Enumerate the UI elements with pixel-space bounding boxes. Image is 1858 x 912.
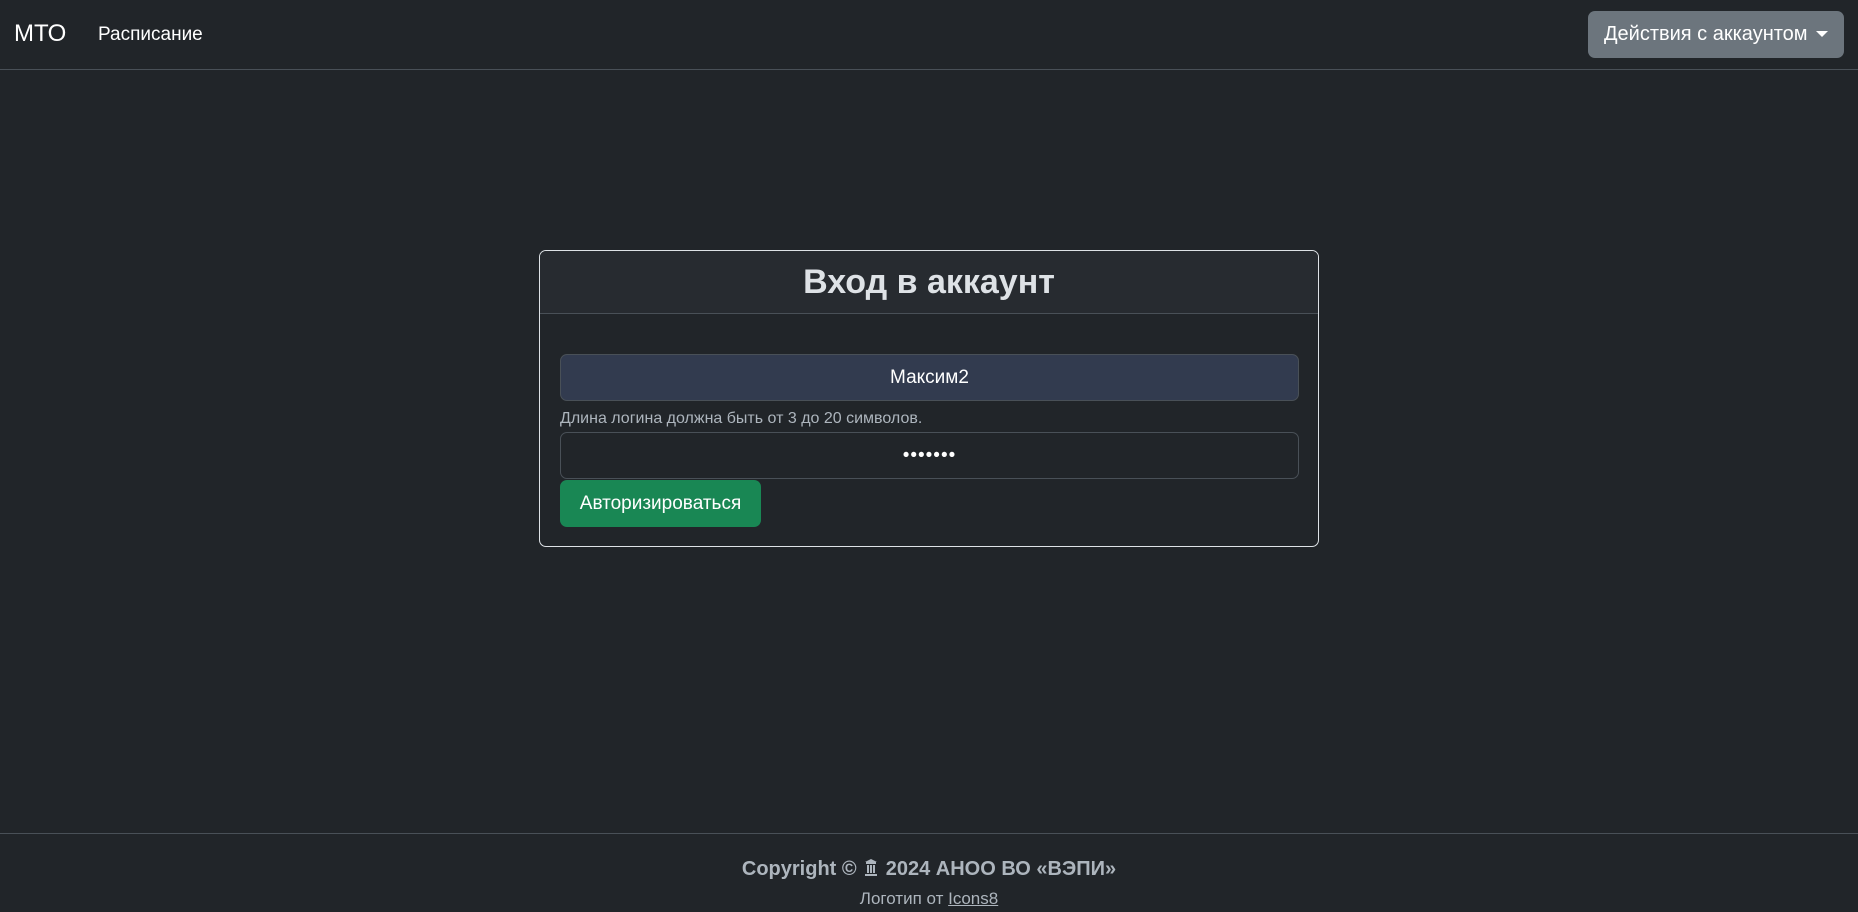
credit-prefix: Логотип от: [859, 889, 944, 908]
copyright-prefix: Copyright ©: [741, 858, 857, 880]
caret-down-icon: [1816, 31, 1828, 37]
brand-link[interactable]: МТО: [14, 19, 66, 49]
account-actions-dropdown[interactable]: Действия с аккаунтом: [1588, 11, 1844, 58]
nav-link-schedule[interactable]: Расписание: [98, 23, 203, 47]
login-submit-button[interactable]: Авторизироваться: [560, 480, 761, 527]
login-hint: Длина логина должна быть от 3 до 20 симв…: [560, 410, 923, 427]
login-card-header: Вход в аккаунт: [540, 251, 1318, 314]
footer: Copyright © 2024 АНОО ВО «ВЭПИ» Логотип …: [0, 833, 1858, 912]
institution-logo-icon: [865, 859, 878, 876]
login-input[interactable]: [560, 354, 1299, 401]
copyright-suffix: 2024 АНОО ВО «ВЭПИ»: [885, 858, 1117, 880]
login-title: Вход в аккаунт: [803, 262, 1055, 301]
account-actions-label: Действия с аккаунтом: [1604, 23, 1808, 45]
copyright-text: Copyright © 2024 АНОО ВО «ВЭПИ»: [0, 858, 1858, 881]
icons8-link[interactable]: Icons8: [948, 889, 998, 908]
navbar: МТО Расписание Действия с аккаунтом: [0, 0, 1858, 70]
login-card: Вход в аккаунт Длина логина должна быть …: [539, 250, 1319, 547]
logo-credit: Логотип от Icons8: [0, 889, 1858, 909]
password-input[interactable]: [560, 432, 1299, 479]
